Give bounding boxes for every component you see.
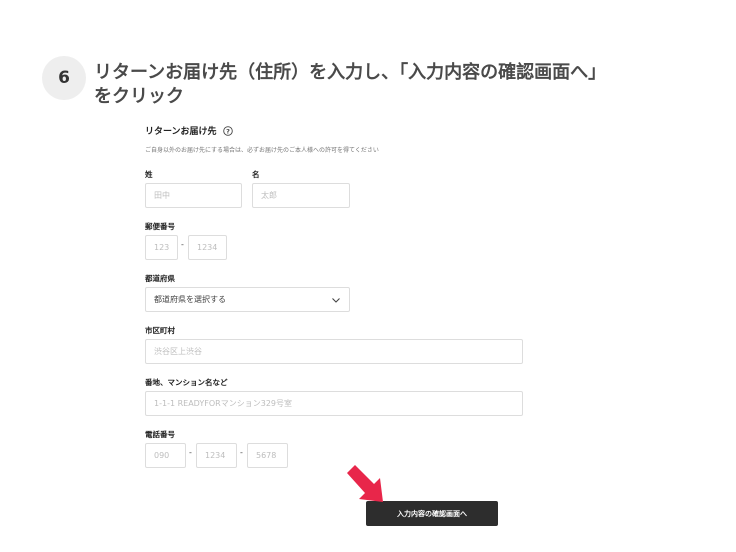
postal-separator: - — [181, 240, 184, 249]
city-label: 市区町村 — [145, 326, 175, 335]
address-label: 番地、マンション名など — [145, 378, 228, 387]
shipping-form: リターンお届け先 ? ご自身以外のお届け先にする場合は、必ずお届け先のご本人様へ… — [145, 124, 525, 154]
first-name-label: 名 — [252, 170, 260, 179]
phone-third-input[interactable]: 5678 — [247, 443, 288, 468]
prefecture-select-value: 都道府県を選択する — [154, 295, 226, 304]
last-name-input[interactable]: 田中 — [145, 183, 242, 208]
svg-text:?: ? — [226, 127, 230, 135]
postal-code-second-input[interactable]: 1234 — [188, 235, 227, 260]
phone-separator-2: - — [240, 448, 243, 457]
shipping-note: ご自身以外のお届け先にする場合は、必ずお届け先のご本人様への許可を得てください — [145, 147, 379, 154]
city-input[interactable]: 渋谷区上渋谷 — [145, 339, 523, 364]
step-title-line1: リターンお届け先（住所）を入力し、「入力内容の確認画面へ」 — [94, 62, 607, 83]
phone-separator-1: - — [189, 448, 192, 457]
phone-first-input[interactable]: 090 — [145, 443, 186, 468]
question-circle-icon[interactable]: ? — [222, 125, 233, 136]
address-input[interactable]: 1-1-1 READYFORマンション329号室 — [145, 391, 523, 416]
postal-code-first-input[interactable]: 123 — [145, 235, 178, 260]
prefecture-label: 都道府県 — [145, 274, 175, 283]
phone-second-input[interactable]: 1234 — [196, 443, 237, 468]
chevron-down-icon — [332, 297, 340, 303]
first-name-input[interactable]: 太郎 — [252, 183, 350, 208]
postal-code-label: 郵便番号 — [145, 222, 175, 231]
section-title: リターンお届け先 ? — [145, 124, 525, 137]
phone-label: 電話番号 — [145, 430, 175, 439]
step-number-badge: 6 — [42, 56, 86, 100]
step-title: リターンお届け先（住所）を入力し、「入力内容の確認画面へ」 をクリック — [94, 61, 714, 109]
prefecture-select[interactable]: 都道府県を選択する — [145, 287, 350, 312]
last-name-label: 姓 — [145, 170, 153, 179]
section-title-text: リターンお届け先 — [145, 127, 217, 137]
arrow-pointer-icon — [347, 465, 383, 502]
step-title-line2: をクリック — [94, 86, 184, 107]
